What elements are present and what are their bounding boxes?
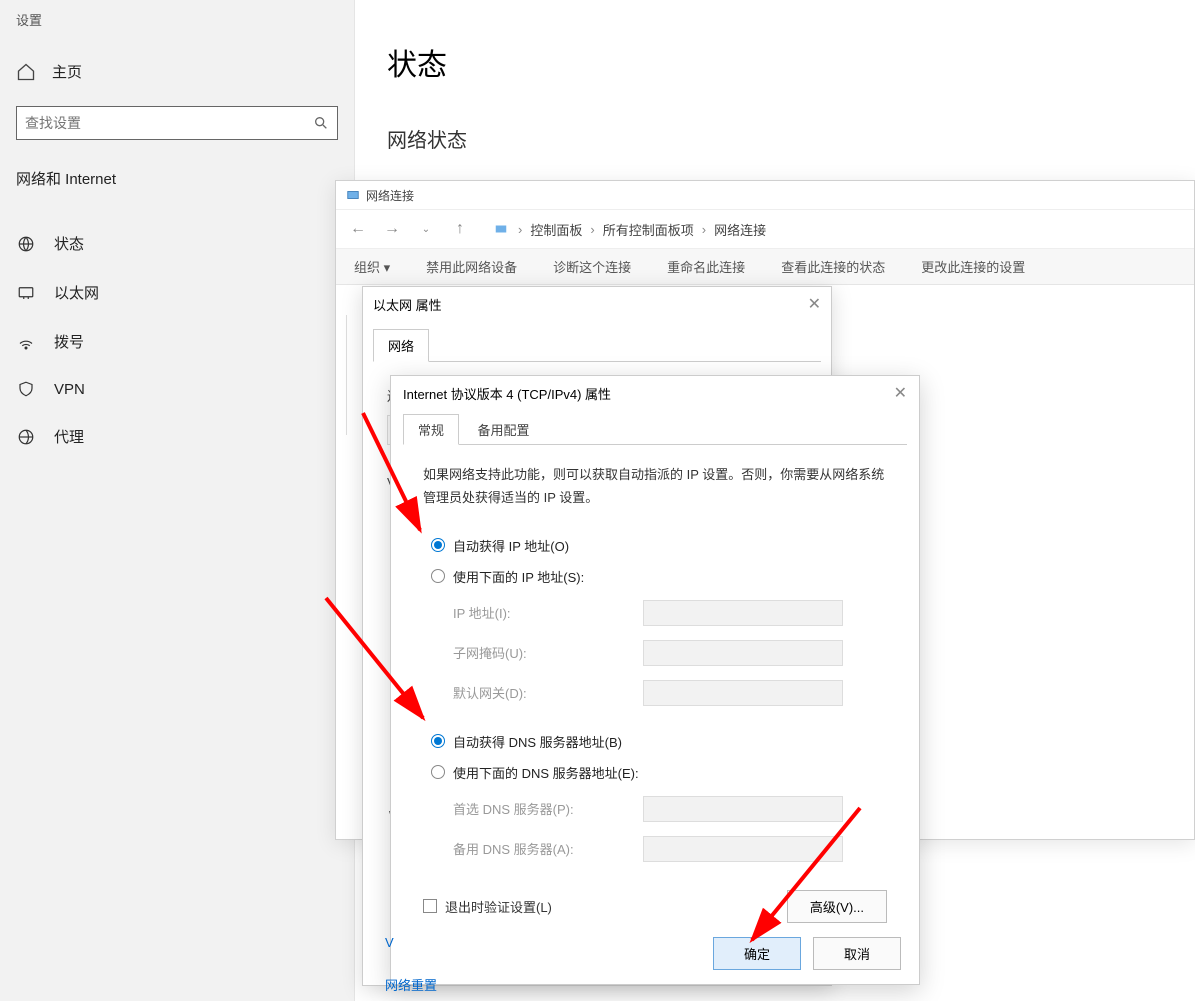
ipv4-tabs: 常规 备用配置 <box>403 414 919 445</box>
home-link[interactable]: 主页 <box>0 51 354 92</box>
window-title: 网络连接 <box>366 187 414 204</box>
dialog-title: 以太网 属性 <box>373 295 442 314</box>
home-icon <box>16 62 36 82</box>
forward-arrow-icon[interactable]: → <box>380 217 404 241</box>
ip-address-row: IP 地址(I): <box>453 600 887 626</box>
breadcrumb-item[interactable]: 网络连接 <box>714 220 766 239</box>
toolbar-organize[interactable]: 组织 ▾ <box>336 257 408 276</box>
dns-preferred-input <box>643 796 843 822</box>
up-arrow-icon[interactable]: ↑ <box>448 217 472 241</box>
radio-manual-dns[interactable]: 使用下面的 DNS 服务器地址(E): <box>431 763 887 782</box>
network-folder-icon <box>346 188 360 202</box>
section-header: 网络和 Internet <box>0 160 354 201</box>
radio-icon <box>431 569 445 583</box>
radio-label: 自动获得 DNS 服务器地址(B) <box>453 732 622 751</box>
search-input[interactable] <box>25 115 313 131</box>
checkbox-icon <box>423 899 437 913</box>
sidebar-item-label: 以太网 <box>54 282 99 303</box>
ethernet-icon <box>16 284 36 302</box>
close-icon[interactable]: ✕ <box>808 294 821 314</box>
settings-app-title: 设置 <box>0 10 354 51</box>
tab-general[interactable]: 常规 <box>403 414 459 445</box>
window-toolbar: 组织 ▾ 禁用此网络设备 诊断这个连接 重命名此连接 查看此连接的状态 更改此连… <box>336 249 1194 285</box>
advanced-button[interactable]: 高级(V)... <box>787 890 887 923</box>
sidebar-item-proxy[interactable]: 代理 <box>0 412 354 461</box>
status-icon <box>16 235 36 253</box>
dns-preferred-label: 首选 DNS 服务器(P): <box>453 799 643 818</box>
gateway-row: 默认网关(D): <box>453 680 887 706</box>
adapter-edge <box>346 315 358 435</box>
dialog-title: Internet 协议版本 4 (TCP/IPv4) 属性 <box>403 384 611 403</box>
sidebar-item-vpn[interactable]: VPN <box>0 366 354 412</box>
toolbar-diagnose[interactable]: 诊断这个连接 <box>535 257 649 276</box>
tab-network[interactable]: 网络 <box>373 329 429 362</box>
validate-label: 退出时验证设置(L) <box>445 897 552 916</box>
window-nav: ← → ⌄ ↑ › 控制面板› 所有控制面板项› 网络连接 <box>336 209 1194 249</box>
breadcrumb-item[interactable]: 控制面板 <box>530 220 582 239</box>
breadcrumb-item[interactable]: 所有控制面板项 <box>603 220 694 239</box>
sidebar-item-label: 状态 <box>54 233 84 254</box>
home-label: 主页 <box>52 61 82 82</box>
dropdown-arrow-icon[interactable]: ⌄ <box>414 217 438 241</box>
validate-checkbox-row[interactable]: 退出时验证设置(L) <box>423 897 552 916</box>
dns-alternate-label: 备用 DNS 服务器(A): <box>453 839 643 858</box>
ok-button[interactable]: 确定 <box>713 937 801 970</box>
settings-sidebar: 设置 主页 网络和 Internet 状态 以太网 拨号 VPN <box>0 0 355 1001</box>
radio-label: 自动获得 IP 地址(O) <box>453 536 569 555</box>
sidebar-item-label: 拨号 <box>54 331 84 352</box>
dialog-titlebar[interactable]: Internet 协议版本 4 (TCP/IPv4) 属性 ✕ <box>391 376 919 410</box>
vpn-icon <box>16 380 36 398</box>
radio-icon <box>431 765 445 779</box>
network-status-heading: 网络状态 <box>387 124 1195 153</box>
window-titlebar[interactable]: 网络连接 <box>336 181 1194 209</box>
toolbar-rename[interactable]: 重命名此连接 <box>649 257 763 276</box>
ipv4-description: 如果网络支持此功能，则可以获取自动指派的 IP 设置。否则，你需要从网络系统管理… <box>423 463 887 510</box>
dialog-body: 如果网络支持此功能，则可以获取自动指派的 IP 设置。否则，你需要从网络系统管理… <box>403 444 907 933</box>
radio-label: 使用下面的 DNS 服务器地址(E): <box>453 763 639 782</box>
tab-alternate[interactable]: 备用配置 <box>463 415 543 444</box>
search-icon <box>313 115 329 131</box>
dns-alternate-input <box>643 836 843 862</box>
sidebar-item-label: VPN <box>54 381 85 398</box>
ip-address-label: IP 地址(I): <box>453 603 643 622</box>
cancel-button[interactable]: 取消 <box>813 937 901 970</box>
subnet-input <box>643 640 843 666</box>
subnet-row: 子网掩码(U): <box>453 640 887 666</box>
toolbar-disable[interactable]: 禁用此网络设备 <box>408 257 535 276</box>
sidebar-item-dialup[interactable]: 拨号 <box>0 317 354 366</box>
dialog-titlebar[interactable]: 以太网 属性 ✕ <box>363 287 831 321</box>
dns-alternate-row: 备用 DNS 服务器(A): <box>453 836 887 862</box>
toolbar-view-status[interactable]: 查看此连接的状态 <box>763 257 903 276</box>
ip-address-input <box>643 600 843 626</box>
search-box[interactable] <box>16 106 338 140</box>
link-v[interactable]: V <box>385 935 394 950</box>
link-network-reset[interactable]: 网络重置 <box>385 975 437 994</box>
sidebar-item-status[interactable]: 状态 <box>0 219 354 268</box>
ipv4-properties-dialog: Internet 协议版本 4 (TCP/IPv4) 属性 ✕ 常规 备用配置 … <box>390 375 920 985</box>
radio-auto-dns[interactable]: 自动获得 DNS 服务器地址(B) <box>431 732 887 751</box>
subnet-label: 子网掩码(U): <box>453 643 643 662</box>
breadcrumb[interactable]: › 控制面板› 所有控制面板项› 网络连接 <box>492 220 766 239</box>
sidebar-item-ethernet[interactable]: 以太网 <box>0 268 354 317</box>
radio-icon <box>431 538 445 552</box>
radio-auto-ip[interactable]: 自动获得 IP 地址(O) <box>431 536 887 555</box>
gateway-label: 默认网关(D): <box>453 683 643 702</box>
radio-icon <box>431 734 445 748</box>
radio-label: 使用下面的 IP 地址(S): <box>453 567 584 586</box>
toolbar-change-settings[interactable]: 更改此连接的设置 <box>903 257 1043 276</box>
dns-preferred-row: 首选 DNS 服务器(P): <box>453 796 887 822</box>
page-title: 状态 <box>387 40 1195 84</box>
back-arrow-icon[interactable]: ← <box>346 217 370 241</box>
radio-manual-ip[interactable]: 使用下面的 IP 地址(S): <box>431 567 887 586</box>
dialup-icon <box>16 333 36 351</box>
close-icon[interactable]: ✕ <box>894 383 907 403</box>
gateway-input <box>643 680 843 706</box>
network-panel-icon <box>494 222 508 236</box>
sidebar-item-label: 代理 <box>54 426 84 447</box>
proxy-icon <box>16 428 36 446</box>
